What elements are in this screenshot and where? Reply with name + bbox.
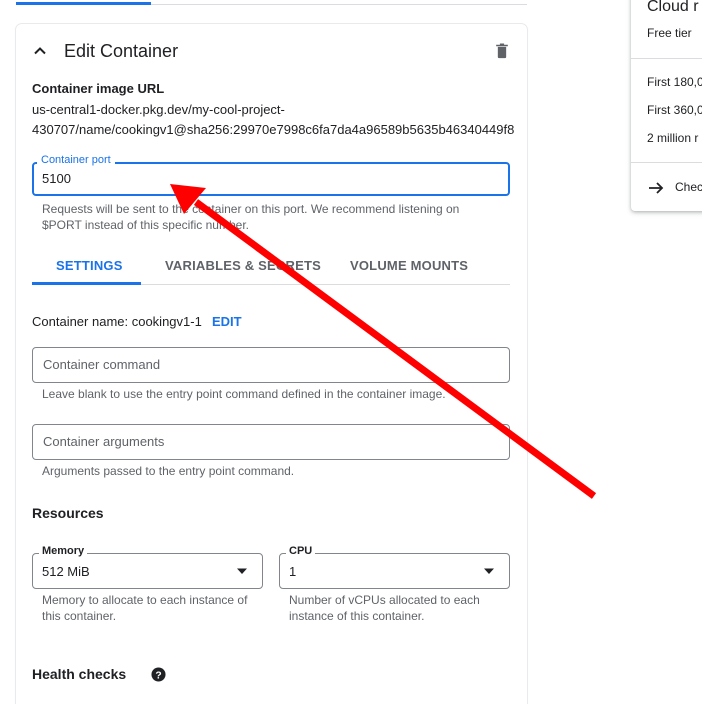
container-port-input[interactable] <box>32 162 510 196</box>
cpu-select[interactable] <box>279 553 510 589</box>
tab-settings[interactable]: SETTINGS <box>56 258 123 273</box>
container-tabs: SETTINGS VARIABLES & SECRETS VOLUME MOUN… <box>32 250 510 285</box>
health-checks-heading: Health checks <box>32 666 127 682</box>
svg-text:?: ? <box>155 670 161 681</box>
cpu-help: Number of vCPUs allocated to each instan… <box>289 593 480 623</box>
memory-value: 512 MiB <box>42 564 90 579</box>
image-url-value: us-central1-docker.pkg.dev/my-cool-proje… <box>32 102 515 137</box>
image-url-label: Container image URL <box>32 81 165 96</box>
container-port-value[interactable]: 5100 <box>42 171 71 186</box>
tab-variables-secrets[interactable]: VARIABLES & SECRETS <box>165 258 321 273</box>
pricing-divider <box>631 162 702 163</box>
container-name: Container name: cookingv1-1 <box>32 314 202 329</box>
cpu-label: CPU <box>286 545 316 557</box>
container-port-help: Requests will be sent to the container o… <box>42 202 460 232</box>
container-arguments-placeholder: Container arguments <box>43 434 165 449</box>
help-circle-icon[interactable]: ? <box>151 667 166 682</box>
container-name-edit-button[interactable]: EDIT <box>212 314 242 329</box>
card-title: Edit Container <box>64 41 179 61</box>
memory-label: Memory <box>39 545 88 557</box>
pricing-check-link[interactable]: Chec <box>675 180 702 194</box>
memory-help: Memory to allocate to each instance of t… <box>42 593 248 623</box>
chevron-up-icon[interactable] <box>30 41 50 61</box>
caret-down-icon[interactable] <box>235 564 249 578</box>
container-port-label: Container port <box>37 154 115 166</box>
edit-container-card: Edit Container Container image URL us-ce… <box>16 24 527 704</box>
pricing-line: 2 million r <box>647 131 699 145</box>
tab-active-indicator <box>32 282 141 285</box>
container-arguments-help: Arguments passed to the entry point comm… <box>42 464 295 478</box>
arrow-right-icon[interactable] <box>647 179 665 197</box>
container-arguments-input[interactable]: Container arguments <box>32 424 510 460</box>
container-command-help: Leave blank to use the entry point comma… <box>42 387 446 401</box>
resources-heading: Resources <box>32 505 104 521</box>
pricing-line: First 360,0 <box>647 103 702 117</box>
pricing-line: First 180,0 <box>647 75 702 89</box>
container-command-placeholder: Container command <box>43 357 161 372</box>
page: Edit Container Container image URL us-ce… <box>0 0 702 704</box>
pricing-divider <box>631 58 702 59</box>
trash-icon[interactable] <box>492 41 512 61</box>
card-header[interactable]: Edit Container <box>16 24 527 78</box>
pricing-title: Cloud r <box>647 0 699 15</box>
top-tab-active-indicator <box>16 2 151 5</box>
pricing-free-tier: Free tier <box>647 26 692 40</box>
pricing-panel: Cloud r Free tier First 180,0 First 360,… <box>631 0 702 211</box>
caret-down-icon[interactable] <box>482 564 496 578</box>
cpu-value: 1 <box>289 564 297 579</box>
tab-volume-mounts[interactable]: VOLUME MOUNTS <box>350 258 468 273</box>
container-command-input[interactable]: Container command <box>32 347 510 383</box>
